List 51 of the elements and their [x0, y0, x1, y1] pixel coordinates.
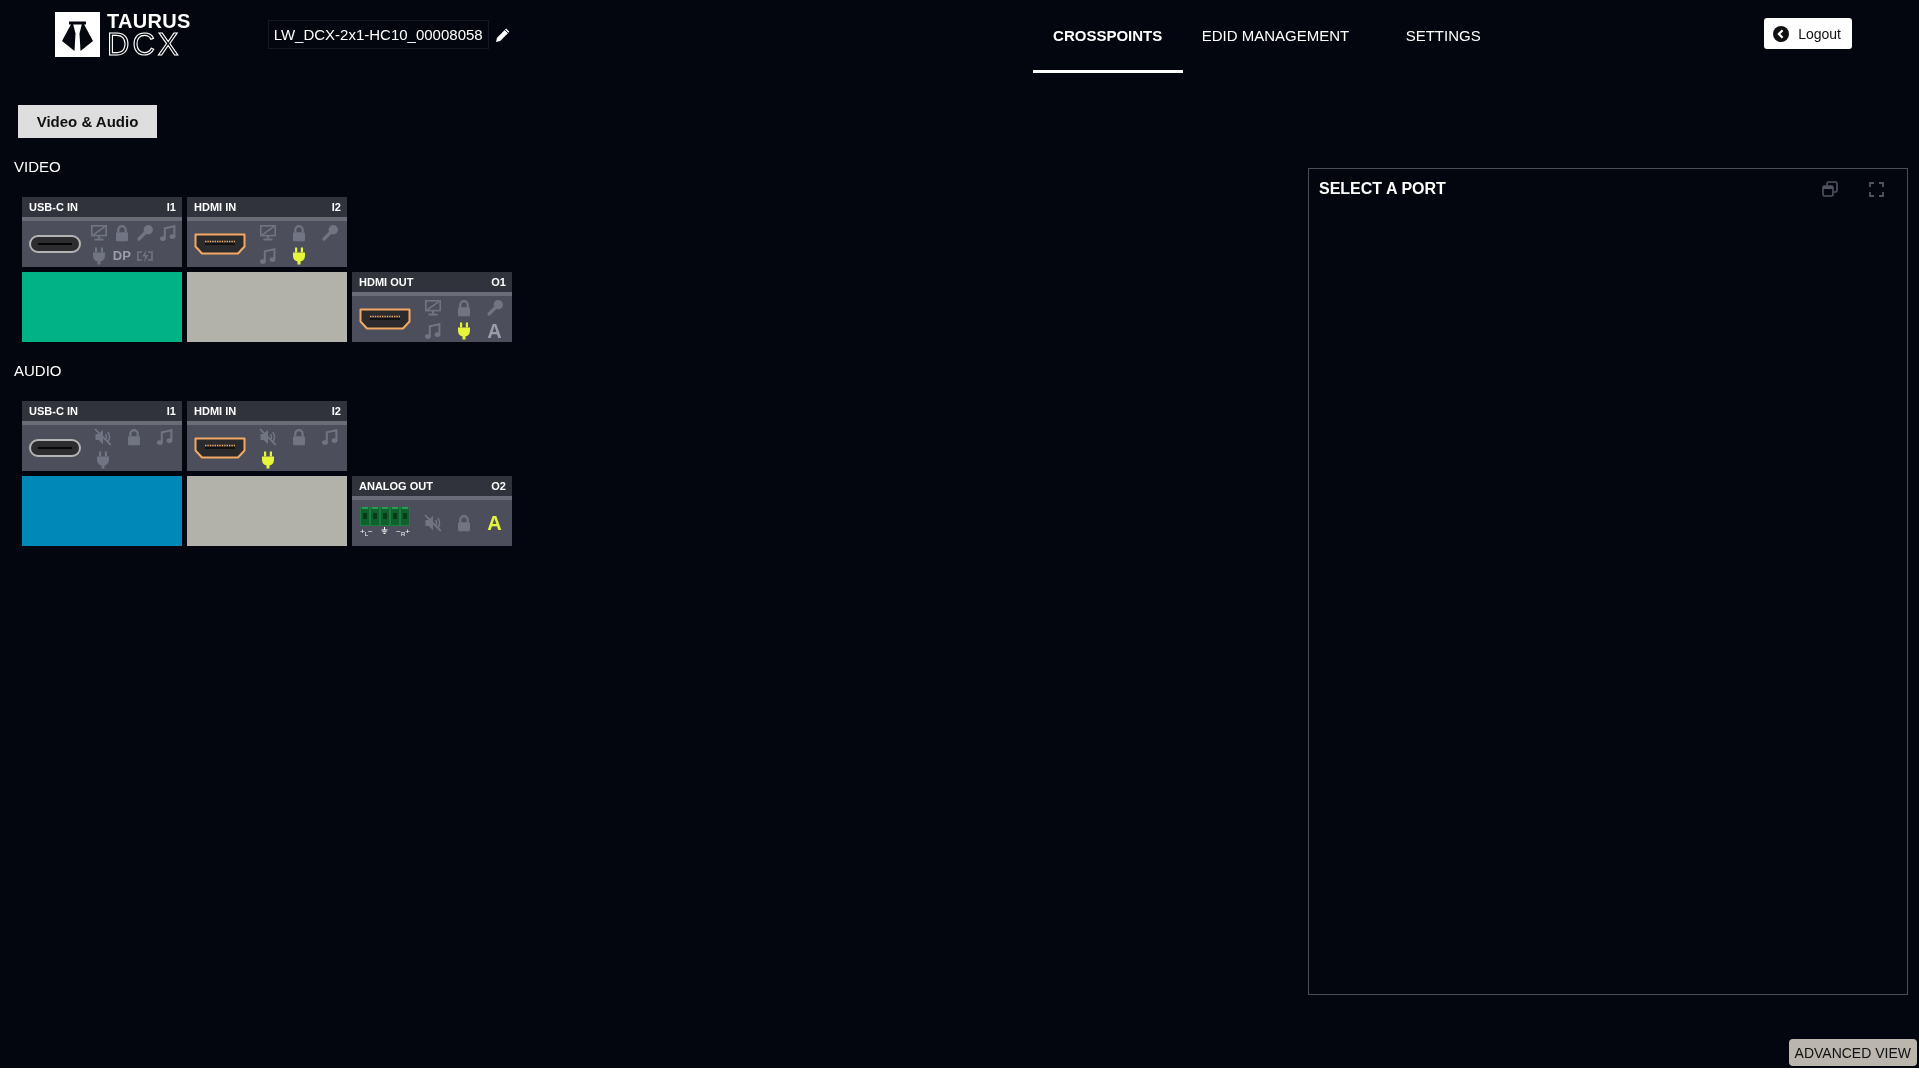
port-card[interactable]: USB-C IN I1	[22, 401, 182, 471]
terminal-block-icon	[360, 507, 410, 526]
port-number: O2	[491, 480, 506, 492]
crosspoint-cell[interactable]	[22, 272, 182, 342]
nav-tab[interactable]: CROSSPOINTS	[1032, 0, 1183, 73]
brand-name: TAURUS	[107, 12, 191, 31]
hdmi-port-icon	[194, 437, 246, 459]
indicator-letter: A	[487, 514, 502, 532]
device-name: LW_DCX-2x1-HC10_00008058	[267, 20, 489, 49]
section-title: AUDIO	[14, 362, 62, 379]
pin-label: −$_{R}$+	[396, 527, 410, 539]
port-card[interactable]: USB-C IN I1 DP	[22, 197, 182, 267]
usb-c-port-icon	[29, 235, 81, 253]
view-button[interactable]: Video & Audio	[18, 105, 157, 138]
port-card[interactable]: HDMI IN I2	[187, 197, 347, 267]
windows-icon[interactable]	[1822, 181, 1838, 197]
pencil-icon[interactable]	[494, 26, 511, 43]
indicator-letter: DP	[112, 246, 131, 265]
port-card[interactable]: ANALOG OUT O2 +$_{L}$− −$_{R}$+ A	[352, 476, 512, 546]
port-name: HDMI IN	[194, 405, 237, 417]
port-number: I1	[166, 201, 176, 213]
product-name: DCX	[107, 31, 182, 58]
port-number: I2	[331, 201, 341, 213]
logout-button[interactable]: Logout	[1764, 18, 1852, 49]
pin-label: +$_{L}$−	[360, 527, 373, 539]
port-name: ANALOG OUT	[359, 480, 433, 492]
section-title: VIDEO	[14, 158, 61, 175]
nav-tab[interactable]: EDID MANAGEMENT	[1182, 0, 1369, 73]
port-number: I2	[331, 405, 341, 417]
port-card[interactable]: HDMI OUT O1 A	[352, 272, 512, 342]
advanced-view-button[interactable]: ADVANCED VIEW	[1788, 1039, 1917, 1066]
crosspoint-cell[interactable]	[22, 476, 182, 546]
nav-tab[interactable]: SETTINGS	[1368, 0, 1519, 73]
fullscreen-icon[interactable]	[1869, 181, 1884, 197]
port-card[interactable]: HDMI IN I2	[187, 401, 347, 471]
usb-c-port-icon	[29, 439, 81, 457]
port-name: USB-C IN	[29, 201, 78, 213]
port-name: USB-C IN	[29, 405, 78, 417]
port-number: O1	[491, 276, 506, 288]
crosspoint-cell[interactable]	[187, 272, 347, 342]
logo-mark-icon	[55, 12, 100, 57]
panel-title: SELECT A PORT	[1319, 180, 1446, 198]
indicator-letter: A	[487, 321, 502, 340]
port-name: HDMI OUT	[359, 276, 414, 288]
ground-icon	[381, 527, 388, 534]
hdmi-port-icon	[194, 233, 246, 255]
port-number: I1	[166, 405, 176, 417]
chevron-circle-icon	[1773, 25, 1790, 42]
port-name: HDMI IN	[194, 201, 237, 213]
hdmi-port-icon	[359, 308, 411, 330]
crosspoint-cell[interactable]	[187, 476, 347, 546]
